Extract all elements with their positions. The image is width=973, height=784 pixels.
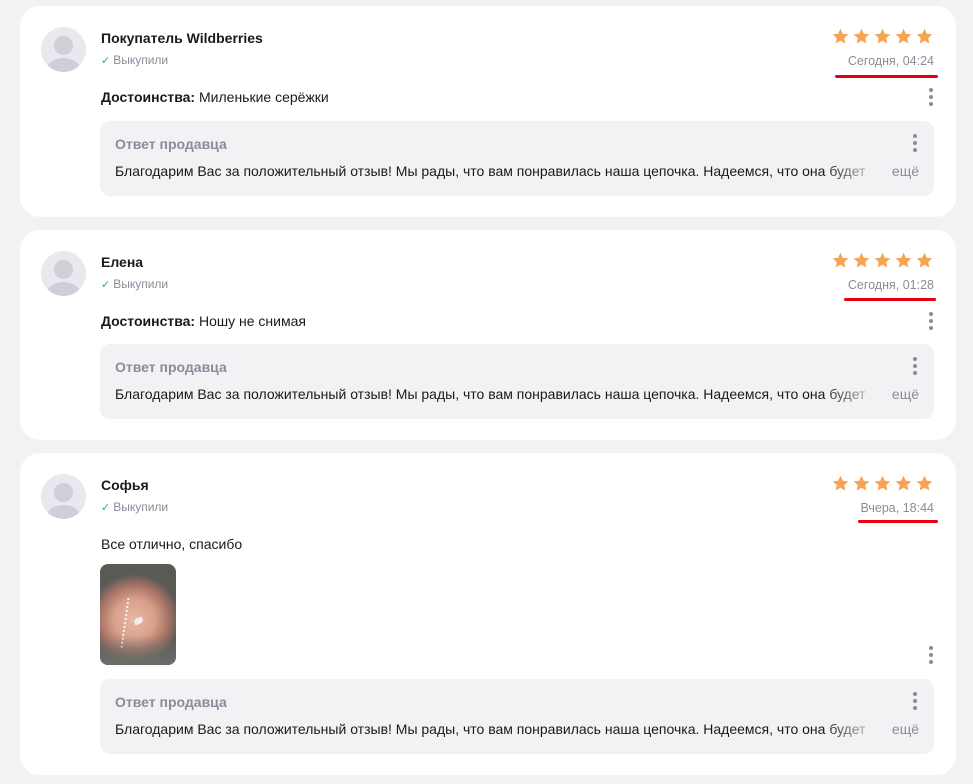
rating-stars: [831, 27, 934, 46]
review-menu-icon[interactable]: [925, 312, 937, 330]
review-text: Достоинства: Миленькие серёжки: [101, 89, 329, 105]
seller-answer: Ответ продавца Благодарим Вас за положит…: [100, 344, 934, 419]
answer-menu-icon[interactable]: [909, 357, 921, 375]
red-underline-annotation: [835, 75, 938, 78]
review-text-value: Ношу не снимая: [199, 313, 306, 329]
star-icon: [874, 475, 891, 491]
star-icon: [874, 28, 891, 44]
star-icon: [916, 28, 933, 44]
answer-menu-icon[interactable]: [909, 134, 921, 152]
purchase-status: ✓ Выкупили: [101, 53, 168, 67]
seller-answer: Ответ продавца Благодарим Вас за положит…: [100, 679, 934, 754]
review-author: Софья: [101, 477, 149, 493]
red-underline-annotation: [858, 520, 938, 523]
star-icon: [895, 28, 912, 44]
seller-answer-text: Благодарим Вас за положительный отзыв! М…: [115, 721, 866, 737]
review-text: Достоинства: Ношу не снимая: [101, 313, 306, 329]
star-icon: [895, 475, 912, 491]
review-text-value: Все отлично, спасибо: [101, 536, 243, 552]
star-icon: [916, 252, 933, 268]
seller-answer-text: Благодарим Вас за положительный отзыв! М…: [115, 163, 866, 179]
answer-more-link[interactable]: ещё: [892, 721, 919, 737]
seller-answer-title: Ответ продавца: [115, 694, 227, 710]
check-icon: ✓: [101, 278, 111, 291]
star-icon: [874, 252, 891, 268]
answer-more-link[interactable]: ещё: [892, 163, 919, 179]
star-icon: [832, 475, 849, 491]
review-card: Елена ✓ Выкупили Сегодня, 01:28 Достоинс…: [20, 230, 956, 440]
star-icon: [895, 252, 912, 268]
review-author: Покупатель Wildberries: [101, 30, 263, 46]
seller-answer-title: Ответ продавца: [115, 136, 227, 152]
star-icon: [832, 252, 849, 268]
answer-more-link[interactable]: ещё: [892, 386, 919, 402]
star-icon: [853, 475, 870, 491]
star-icon: [832, 28, 849, 44]
review-menu-icon[interactable]: [925, 88, 937, 106]
review-text-label: Достоинства:: [101, 313, 196, 329]
review-photo[interactable]: [100, 564, 176, 665]
rating-stars: [831, 474, 934, 493]
check-icon: ✓: [101, 501, 111, 514]
avatar: [41, 251, 86, 296]
check-icon: ✓: [101, 54, 111, 67]
review-date: Вчера, 18:44: [860, 501, 934, 515]
review-text-label: Достоинства:: [101, 89, 196, 105]
seller-answer: Ответ продавца Благодарим Вас за положит…: [100, 121, 934, 196]
red-underline-annotation: [844, 298, 936, 301]
review-date: Сегодня, 01:28: [847, 278, 934, 292]
review-menu-icon[interactable]: [925, 646, 937, 664]
purchase-status-label: Выкупили: [113, 500, 169, 514]
review-text-value: Миленькие серёжки: [199, 89, 329, 105]
seller-answer-text: Благодарим Вас за положительный отзыв! М…: [115, 386, 866, 402]
review-text: Все отлично, спасибо: [101, 536, 242, 552]
rating-stars: [831, 251, 934, 270]
avatar: [41, 474, 86, 519]
review-author: Елена: [101, 254, 144, 270]
star-icon: [853, 28, 870, 44]
answer-menu-icon[interactable]: [909, 692, 921, 710]
star-icon: [853, 252, 870, 268]
avatar: [41, 27, 86, 72]
review-date: Сегодня, 04:24: [847, 54, 934, 68]
purchase-status-label: Выкупили: [113, 277, 169, 291]
review-card: Софья ✓ Выкупили Вчера, 18:44 Все отличн…: [20, 453, 956, 775]
seller-answer-title: Ответ продавца: [115, 359, 227, 375]
purchase-status: ✓ Выкупили: [101, 277, 168, 291]
purchase-status: ✓ Выкупили: [101, 500, 168, 514]
review-card: Покупатель Wildberries ✓ Выкупили Сегодн…: [20, 6, 956, 217]
purchase-status-label: Выкупили: [113, 53, 169, 67]
star-icon: [916, 475, 933, 491]
